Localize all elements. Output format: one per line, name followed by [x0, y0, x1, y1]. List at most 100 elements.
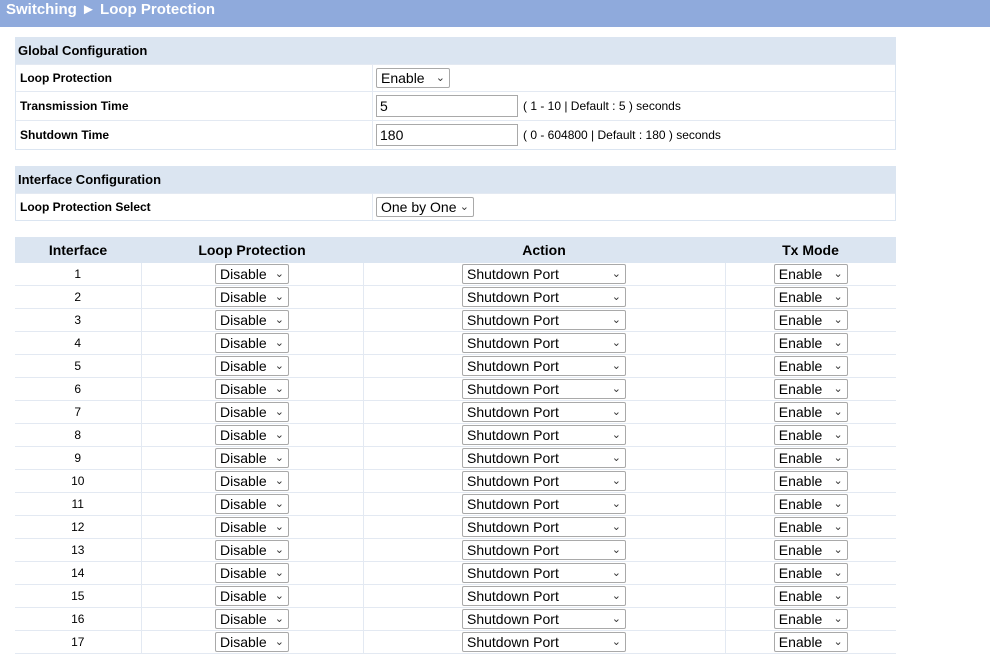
- chevron-down-icon: ⌄: [274, 636, 284, 648]
- loop-protection-cell: Disable ⌄: [141, 308, 364, 332]
- interface-number: 4: [15, 331, 142, 355]
- port-loop-protection-select[interactable]: Disable ⌄: [215, 517, 289, 537]
- shutdown-time-input[interactable]: 180: [376, 124, 518, 146]
- port-action-select[interactable]: Shutdown Port ⌄: [462, 310, 626, 330]
- port-action-select[interactable]: Shutdown Port ⌄: [462, 586, 626, 606]
- port-loop-protection-select[interactable]: Disable ⌄: [215, 471, 289, 491]
- port-loop-protection-select[interactable]: Disable ⌄: [215, 287, 289, 307]
- port-tx-mode-select[interactable]: Enable ⌄: [773, 609, 848, 629]
- port-tx-mode-select[interactable]: Enable ⌄: [773, 402, 848, 422]
- chevron-down-icon: ⌄: [611, 429, 621, 441]
- port-tx-mode-select[interactable]: Enable ⌄: [773, 287, 848, 307]
- port-tx-mode-select[interactable]: Enable ⌄: [773, 586, 848, 606]
- port-tx-mode-value: Enable: [778, 381, 823, 397]
- loop-protection-select-row: Loop Protection Select One by One ⌄: [16, 193, 895, 220]
- port-action-select[interactable]: Shutdown Port ⌄: [462, 287, 626, 307]
- loop-protection-mode-select[interactable]: One by One ⌄: [376, 197, 474, 217]
- port-loop-protection-select[interactable]: Disable ⌄: [215, 425, 289, 445]
- loop-protection-cell: Disable ⌄: [141, 446, 364, 470]
- transmission-time-label: Transmission Time: [16, 92, 373, 120]
- global-configuration-heading: Global Configuration: [16, 38, 895, 64]
- port-action-select[interactable]: Shutdown Port ⌄: [462, 333, 626, 353]
- port-loop-protection-select[interactable]: Disable ⌄: [215, 264, 289, 284]
- chevron-down-icon: ⌄: [833, 498, 843, 510]
- action-cell: Shutdown Port ⌄: [363, 492, 726, 516]
- table-row: 16 Disable ⌄ Shutdown Port ⌄ Enable ⌄: [15, 607, 896, 631]
- port-tx-mode-select[interactable]: Enable ⌄: [773, 379, 848, 399]
- loop-protection-cell: Disable ⌄: [141, 400, 364, 424]
- port-tx-mode-select[interactable]: Enable ⌄: [773, 563, 848, 583]
- port-tx-mode-select[interactable]: Enable ⌄: [773, 425, 848, 445]
- loop-protection-select[interactable]: Enable ⌄: [376, 68, 450, 88]
- port-tx-mode-select[interactable]: Enable ⌄: [773, 264, 848, 284]
- loop-protection-select-value: Enable: [381, 70, 425, 86]
- port-action-select[interactable]: Shutdown Port ⌄: [462, 609, 626, 629]
- chevron-down-icon: ⌄: [274, 429, 284, 441]
- chevron-down-icon: ⌄: [833, 590, 843, 602]
- port-loop-protection-select[interactable]: Disable ⌄: [215, 563, 289, 583]
- port-action-select[interactable]: Shutdown Port ⌄: [462, 356, 626, 376]
- loop-protection-label: Loop Protection: [16, 65, 373, 91]
- tx-mode-cell: Enable ⌄: [725, 561, 896, 585]
- port-tx-mode-select[interactable]: Enable ⌄: [773, 494, 848, 514]
- port-loop-protection-value: Disable: [220, 496, 267, 512]
- port-loop-protection-select[interactable]: Disable ⌄: [215, 402, 289, 422]
- interface-number: 16: [15, 607, 142, 631]
- tx-mode-cell: Enable ⌄: [725, 354, 896, 378]
- port-tx-mode-select[interactable]: Enable ⌄: [773, 517, 848, 537]
- port-tx-mode-select[interactable]: Enable ⌄: [773, 356, 848, 376]
- port-action-select[interactable]: Shutdown Port ⌄: [462, 264, 626, 284]
- port-action-select[interactable]: Shutdown Port ⌄: [462, 563, 626, 583]
- port-action-select[interactable]: Shutdown Port ⌄: [462, 425, 626, 445]
- breadcrumb-section: Switching: [6, 1, 77, 18]
- port-action-select[interactable]: Shutdown Port ⌄: [462, 379, 626, 399]
- port-tx-mode-value: Enable: [778, 266, 823, 282]
- port-action-value: Shutdown Port: [467, 358, 559, 374]
- port-loop-protection-select[interactable]: Disable ⌄: [215, 632, 289, 652]
- port-loop-protection-select[interactable]: Disable ⌄: [215, 448, 289, 468]
- chevron-down-icon: ⌄: [611, 406, 621, 418]
- transmission-time-row: Transmission Time 5 ( 1 - 10 | Default :…: [16, 91, 895, 120]
- port-loop-protection-select[interactable]: Disable ⌄: [215, 586, 289, 606]
- table-row: 4 Disable ⌄ Shutdown Port ⌄ Enable ⌄: [15, 331, 896, 355]
- port-loop-protection-select[interactable]: Disable ⌄: [215, 310, 289, 330]
- port-action-value: Shutdown Port: [467, 634, 559, 650]
- port-tx-mode-select[interactable]: Enable ⌄: [773, 333, 848, 353]
- port-tx-mode-select[interactable]: Enable ⌄: [773, 310, 848, 330]
- port-action-select[interactable]: Shutdown Port ⌄: [462, 632, 626, 652]
- interface-configuration-panel: Interface Configuration Loop Protection …: [15, 166, 896, 221]
- tx-mode-cell: Enable ⌄: [725, 515, 896, 539]
- chevron-down-icon: ⌄: [611, 268, 621, 280]
- port-tx-mode-value: Enable: [778, 404, 823, 420]
- table-row: 7 Disable ⌄ Shutdown Port ⌄ Enable ⌄: [15, 400, 896, 424]
- port-tx-mode-select[interactable]: Enable ⌄: [773, 540, 848, 560]
- loop-protection-select-label: Loop Protection Select: [16, 194, 373, 220]
- port-loop-protection-value: Disable: [220, 266, 267, 282]
- port-action-select[interactable]: Shutdown Port ⌄: [462, 494, 626, 514]
- port-action-value: Shutdown Port: [467, 611, 559, 627]
- chevron-down-icon: ⌄: [459, 201, 469, 213]
- interface-number: 8: [15, 423, 142, 447]
- action-cell: Shutdown Port ⌄: [363, 630, 726, 654]
- loop-protection-cell: Disable ⌄: [141, 584, 364, 608]
- action-cell: Shutdown Port ⌄: [363, 515, 726, 539]
- port-tx-mode-select[interactable]: Enable ⌄: [773, 632, 848, 652]
- port-action-select[interactable]: Shutdown Port ⌄: [462, 517, 626, 537]
- port-loop-protection-select[interactable]: Disable ⌄: [215, 356, 289, 376]
- transmission-time-input[interactable]: 5: [376, 95, 518, 117]
- port-action-select[interactable]: Shutdown Port ⌄: [462, 402, 626, 422]
- port-tx-mode-select[interactable]: Enable ⌄: [773, 448, 848, 468]
- action-cell: Shutdown Port ⌄: [363, 607, 726, 631]
- tx-mode-cell: Enable ⌄: [725, 538, 896, 562]
- port-loop-protection-select[interactable]: Disable ⌄: [215, 540, 289, 560]
- table-row: 17 Disable ⌄ Shutdown Port ⌄ Enable ⌄: [15, 630, 896, 654]
- port-action-select[interactable]: Shutdown Port ⌄: [462, 471, 626, 491]
- chevron-down-icon: ⌄: [611, 360, 621, 372]
- port-action-select[interactable]: Shutdown Port ⌄: [462, 540, 626, 560]
- port-tx-mode-select[interactable]: Enable ⌄: [773, 471, 848, 491]
- port-loop-protection-select[interactable]: Disable ⌄: [215, 333, 289, 353]
- port-loop-protection-select[interactable]: Disable ⌄: [215, 494, 289, 514]
- port-loop-protection-select[interactable]: Disable ⌄: [215, 609, 289, 629]
- port-loop-protection-select[interactable]: Disable ⌄: [215, 379, 289, 399]
- port-action-select[interactable]: Shutdown Port ⌄: [462, 448, 626, 468]
